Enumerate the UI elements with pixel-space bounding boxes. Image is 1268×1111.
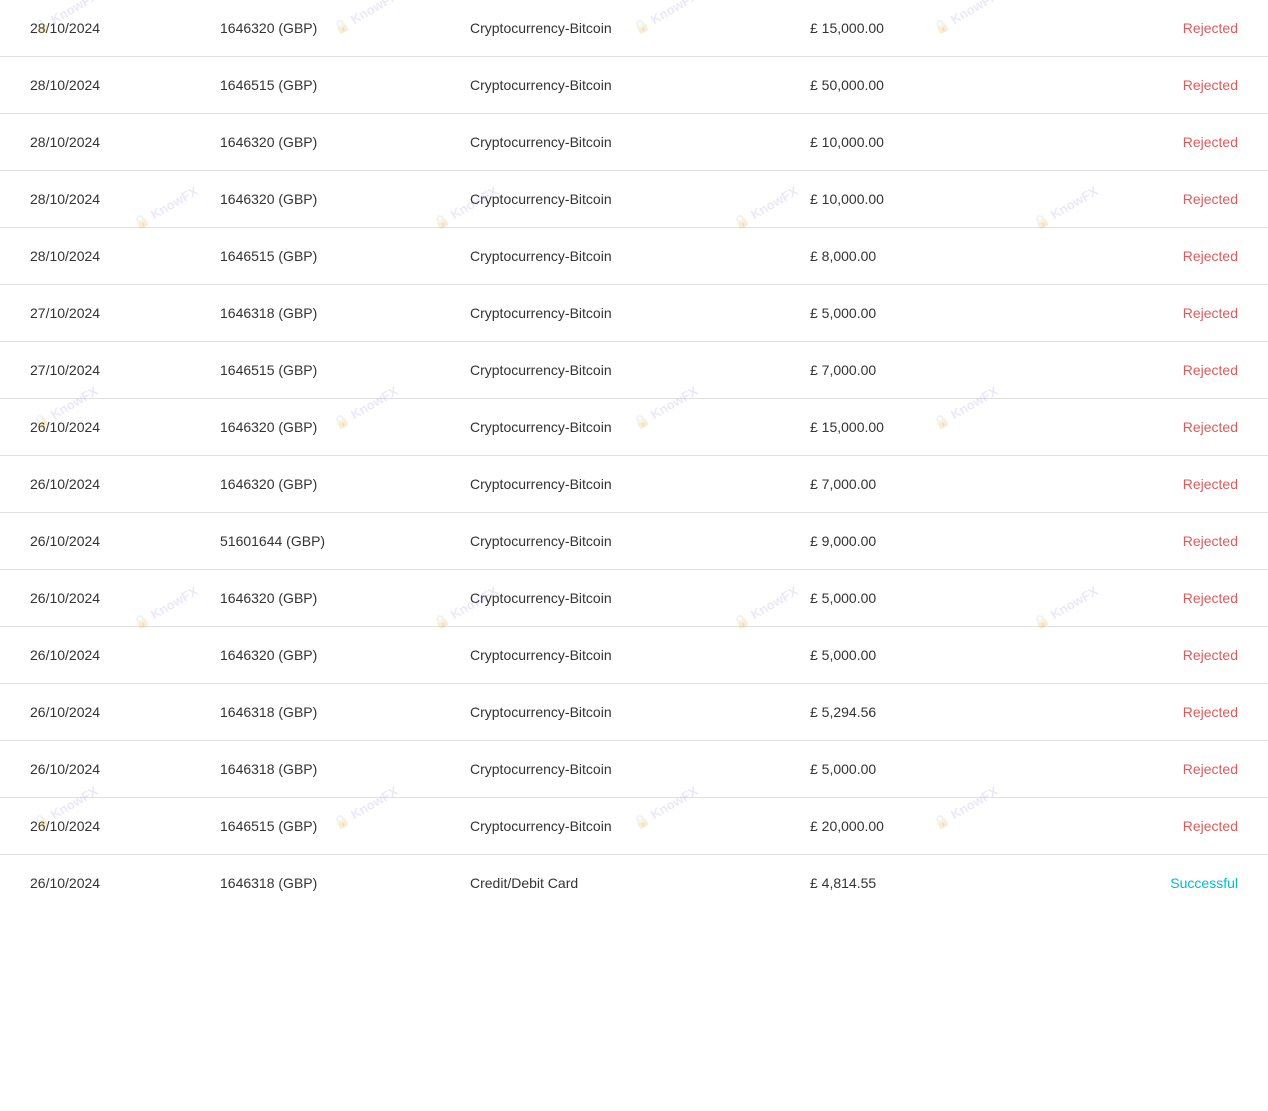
cell-method: Cryptocurrency-Bitcoin: [450, 57, 790, 114]
cell-method: Cryptocurrency-Bitcoin: [450, 570, 790, 627]
cell-method: Cryptocurrency-Bitcoin: [450, 0, 790, 57]
cell-method: Credit/Debit Card: [450, 855, 790, 912]
cell-method: Cryptocurrency-Bitcoin: [450, 342, 790, 399]
table-row: 28/10/2024 1646320 (GBP) Cryptocurrency-…: [0, 114, 1268, 171]
cell-account: 51601644 (GBP): [200, 513, 450, 570]
cell-method: Cryptocurrency-Bitcoin: [450, 228, 790, 285]
cell-amount: £ 50,000.00: [790, 57, 1040, 114]
cell-amount: £ 7,000.00: [790, 456, 1040, 513]
cell-status: Rejected: [1040, 342, 1268, 399]
cell-account: 1646318 (GBP): [200, 285, 450, 342]
cell-method: Cryptocurrency-Bitcoin: [450, 684, 790, 741]
cell-status: Rejected: [1040, 684, 1268, 741]
table-row: 26/10/2024 1646318 (GBP) Cryptocurrency-…: [0, 684, 1268, 741]
cell-status: Rejected: [1040, 456, 1268, 513]
cell-date: 28/10/2024: [0, 228, 200, 285]
cell-date: 26/10/2024: [0, 627, 200, 684]
cell-status: Successful: [1040, 855, 1268, 912]
cell-status: Rejected: [1040, 114, 1268, 171]
cell-status: Rejected: [1040, 570, 1268, 627]
cell-date: 26/10/2024: [0, 456, 200, 513]
cell-date: 26/10/2024: [0, 798, 200, 855]
cell-account: 1646318 (GBP): [200, 741, 450, 798]
cell-amount: £ 15,000.00: [790, 0, 1040, 57]
cell-account: 1646515 (GBP): [200, 228, 450, 285]
cell-method: Cryptocurrency-Bitcoin: [450, 399, 790, 456]
cell-method: Cryptocurrency-Bitcoin: [450, 627, 790, 684]
cell-amount: £ 5,000.00: [790, 285, 1040, 342]
table-row: 26/10/2024 1646515 (GBP) Cryptocurrency-…: [0, 798, 1268, 855]
cell-status: Rejected: [1040, 399, 1268, 456]
table-row: 28/10/2024 1646515 (GBP) Cryptocurrency-…: [0, 228, 1268, 285]
cell-date: 28/10/2024: [0, 0, 200, 57]
table-row: 27/10/2024 1646318 (GBP) Cryptocurrency-…: [0, 285, 1268, 342]
cell-account: 1646515 (GBP): [200, 798, 450, 855]
cell-amount: £ 10,000.00: [790, 114, 1040, 171]
cell-method: Cryptocurrency-Bitcoin: [450, 285, 790, 342]
table-row: 27/10/2024 1646515 (GBP) Cryptocurrency-…: [0, 342, 1268, 399]
cell-amount: £ 5,000.00: [790, 570, 1040, 627]
cell-date: 26/10/2024: [0, 570, 200, 627]
cell-date: 28/10/2024: [0, 57, 200, 114]
cell-account: 1646320 (GBP): [200, 0, 450, 57]
cell-account: 1646318 (GBP): [200, 855, 450, 912]
table-row: 26/10/2024 1646320 (GBP) Cryptocurrency-…: [0, 456, 1268, 513]
cell-account: 1646320 (GBP): [200, 114, 450, 171]
transactions-table: 28/10/2024 1646320 (GBP) Cryptocurrency-…: [0, 0, 1268, 911]
table-row: 26/10/2024 1646320 (GBP) Cryptocurrency-…: [0, 627, 1268, 684]
cell-account: 1646318 (GBP): [200, 684, 450, 741]
cell-method: Cryptocurrency-Bitcoin: [450, 114, 790, 171]
cell-amount: £ 10,000.00: [790, 171, 1040, 228]
cell-account: 1646515 (GBP): [200, 57, 450, 114]
table-row: 26/10/2024 1646318 (GBP) Credit/Debit Ca…: [0, 855, 1268, 912]
cell-date: 26/10/2024: [0, 855, 200, 912]
cell-status: Rejected: [1040, 741, 1268, 798]
cell-account: 1646515 (GBP): [200, 342, 450, 399]
table-row: 26/10/2024 1646320 (GBP) Cryptocurrency-…: [0, 399, 1268, 456]
cell-amount: £ 4,814.55: [790, 855, 1040, 912]
cell-account: 1646320 (GBP): [200, 570, 450, 627]
cell-amount: £ 5,000.00: [790, 627, 1040, 684]
cell-status: Rejected: [1040, 0, 1268, 57]
table-row: 28/10/2024 1646320 (GBP) Cryptocurrency-…: [0, 171, 1268, 228]
cell-date: 28/10/2024: [0, 114, 200, 171]
cell-amount: £ 7,000.00: [790, 342, 1040, 399]
cell-status: Rejected: [1040, 228, 1268, 285]
cell-status: Rejected: [1040, 627, 1268, 684]
table-row: 28/10/2024 1646515 (GBP) Cryptocurrency-…: [0, 57, 1268, 114]
table-row: 26/10/2024 1646320 (GBP) Cryptocurrency-…: [0, 570, 1268, 627]
cell-date: 27/10/2024: [0, 342, 200, 399]
cell-date: 26/10/2024: [0, 741, 200, 798]
table-row: 26/10/2024 1646318 (GBP) Cryptocurrency-…: [0, 741, 1268, 798]
cell-date: 26/10/2024: [0, 684, 200, 741]
cell-amount: £ 5,294.56: [790, 684, 1040, 741]
cell-amount: £ 8,000.00: [790, 228, 1040, 285]
cell-amount: £ 9,000.00: [790, 513, 1040, 570]
cell-status: Rejected: [1040, 57, 1268, 114]
cell-date: 26/10/2024: [0, 399, 200, 456]
cell-status: Rejected: [1040, 171, 1268, 228]
cell-method: Cryptocurrency-Bitcoin: [450, 741, 790, 798]
cell-account: 1646320 (GBP): [200, 399, 450, 456]
cell-account: 1646320 (GBP): [200, 171, 450, 228]
cell-date: 26/10/2024: [0, 513, 200, 570]
cell-status: Rejected: [1040, 285, 1268, 342]
cell-amount: £ 20,000.00: [790, 798, 1040, 855]
cell-amount: £ 15,000.00: [790, 399, 1040, 456]
cell-account: 1646320 (GBP): [200, 627, 450, 684]
transactions-table-container: 🔒 KnowFX🔒 KnowFX🔒 KnowFX🔒 KnowFX🔒 KnowFX…: [0, 0, 1268, 911]
cell-method: Cryptocurrency-Bitcoin: [450, 456, 790, 513]
cell-date: 27/10/2024: [0, 285, 200, 342]
cell-method: Cryptocurrency-Bitcoin: [450, 798, 790, 855]
cell-method: Cryptocurrency-Bitcoin: [450, 171, 790, 228]
cell-date: 28/10/2024: [0, 171, 200, 228]
cell-status: Rejected: [1040, 798, 1268, 855]
cell-status: Rejected: [1040, 513, 1268, 570]
table-row: 26/10/2024 51601644 (GBP) Cryptocurrency…: [0, 513, 1268, 570]
cell-amount: £ 5,000.00: [790, 741, 1040, 798]
cell-method: Cryptocurrency-Bitcoin: [450, 513, 790, 570]
table-row: 28/10/2024 1646320 (GBP) Cryptocurrency-…: [0, 0, 1268, 57]
cell-account: 1646320 (GBP): [200, 456, 450, 513]
